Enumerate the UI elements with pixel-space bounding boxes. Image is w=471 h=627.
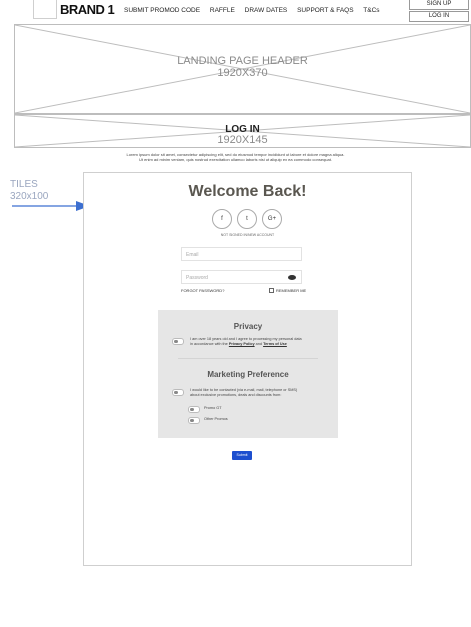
password-placeholder: Password [186, 275, 208, 281]
sign-up-button[interactable]: SIGN UP [409, 0, 469, 10]
remember-me-label: REMEMBER ME [276, 288, 307, 293]
nav-link-terms[interactable]: T&Cs [363, 7, 379, 14]
privacy-title: Privacy [233, 322, 263, 331]
form-title: Welcome Back! [188, 183, 307, 200]
twitter-icon[interactable]: t [237, 209, 257, 229]
nav-link-support[interactable]: SUPPORT & FAQS [297, 7, 353, 14]
nav-links: SUBMIT PROMOD CODE RAFFLE DRAW DATES SUP… [124, 7, 388, 14]
privacy-text: I am over 18 years old and I agree to pr… [190, 337, 330, 347]
submit-button[interactable]: Submit [232, 451, 252, 460]
email-field[interactable]: Email [181, 247, 302, 261]
consent-panel: Privacy I am over 18 years old and I agr… [158, 310, 338, 438]
show-password-icon[interactable] [288, 275, 296, 280]
promo-gt-toggle[interactable] [188, 406, 200, 413]
top-nav: BRAND 1 SUBMIT PROMOD CODE RAFFLE DRAW D… [0, 0, 471, 22]
marketing-text: I would like to be contacted (via e-mail… [190, 388, 330, 398]
header-placeholder-size: 1920X370 [217, 67, 268, 79]
nav-link-draw-dates[interactable]: DRAW DATES [245, 7, 288, 14]
landing-header-placeholder: LANDING PAGE HEADER 1920X370 [14, 24, 471, 114]
password-field[interactable]: Password [181, 270, 302, 284]
privacy-policy-link[interactable]: Privacy Policy [229, 342, 255, 346]
tiles-annotation-title: TILES [10, 179, 38, 190]
google-plus-icon[interactable]: G+ [262, 209, 282, 229]
promo-gt-label: Promo GT [204, 406, 222, 410]
tiles-annotation: TILES 320x100 [10, 179, 48, 203]
social-hint: NOT SIGNED IN/NEW ACCOUNT [220, 233, 275, 237]
other-promos-label: Other Promos [204, 417, 228, 421]
arrow-right-icon [12, 201, 90, 211]
intro-text-line-2: Ut enim ad minim veniam, quis nostrud ex… [139, 157, 332, 162]
nav-link-raffle[interactable]: RAFFLE [210, 7, 235, 14]
nav-link-submit-promo[interactable]: SUBMIT PROMOD CODE [124, 7, 200, 14]
terms-of-use-link[interactable]: Terms of Use [263, 342, 287, 346]
marketing-text-line-2: about exclusive promotions, deals and di… [190, 393, 282, 397]
privacy-toggle[interactable] [172, 338, 184, 345]
logo-placeholder[interactable] [33, 0, 57, 19]
consent-divider [178, 358, 318, 359]
auth-buttons: SIGN UP LOG IN [409, 0, 469, 23]
brand-name[interactable]: BRAND 1 [60, 2, 115, 17]
privacy-text-and: and [254, 342, 264, 346]
login-banner-placeholder: LOG IN 1920X145 [14, 114, 471, 148]
intro-text: Lorem ipsum dolor sit amet, consectetur … [0, 152, 471, 162]
marketing-toggle[interactable] [172, 389, 184, 396]
social-login-group: f t G+ [212, 209, 284, 229]
log-in-button[interactable]: LOG IN [409, 11, 469, 22]
facebook-icon[interactable]: f [212, 209, 232, 229]
remember-me-checkbox[interactable]: REMEMBER ME [269, 288, 307, 294]
other-promos-toggle[interactable] [188, 417, 200, 424]
login-placeholder-size: 1920X145 [217, 134, 268, 146]
forgot-password-link[interactable]: FORGOT PASSWORD? [181, 288, 224, 293]
login-form-card: Welcome Back! f t G+ NOT SIGNED IN/NEW A… [83, 172, 412, 566]
privacy-text-line-2: in accordance with the Privacy Policy an… [190, 342, 330, 347]
privacy-text-prefix: in accordance with the [190, 342, 229, 346]
header-placeholder-title: LANDING PAGE HEADER [177, 55, 308, 67]
marketing-title: Marketing Preference [207, 370, 289, 379]
checkbox-icon[interactable] [269, 288, 274, 294]
